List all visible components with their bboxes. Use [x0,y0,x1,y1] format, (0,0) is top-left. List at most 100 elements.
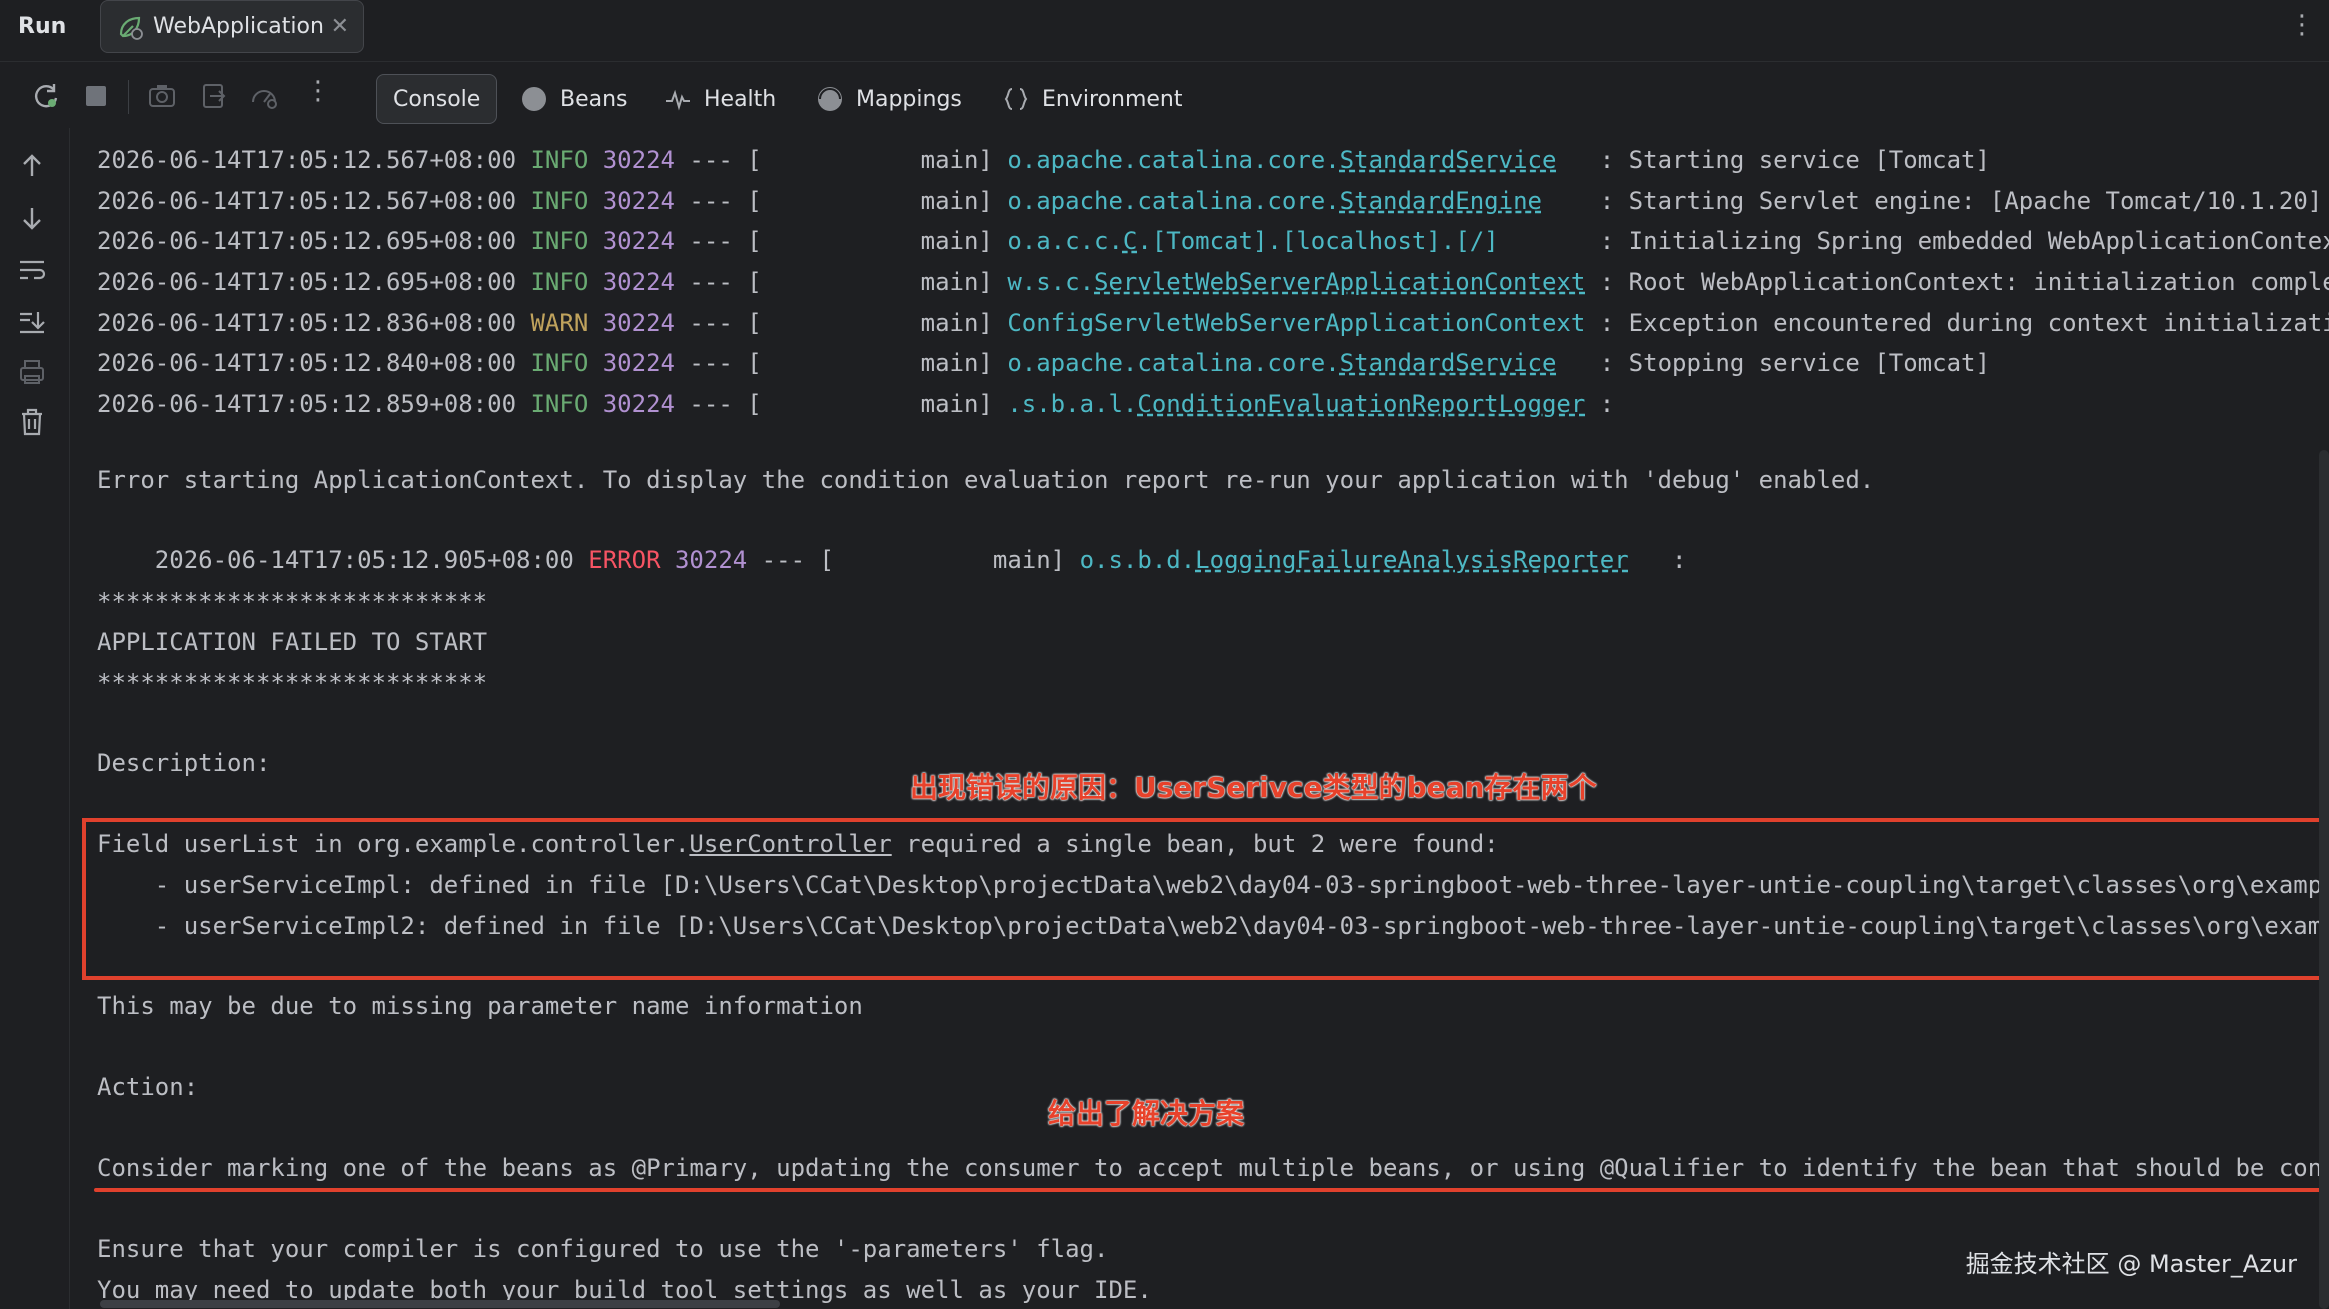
tab-mappings[interactable]: Mappings [816,74,962,124]
log-pad [1585,309,1599,337]
log-line: 2026-06-14T17:05:12.840+08:00 INFO 30224… [97,343,1990,383]
log-logger-link[interactable]: StandardService [1340,146,1557,174]
log-thread: main] [761,309,1008,337]
log-level: WARN [530,309,589,337]
log-logger-link[interactable]: ConditionEvaluationReportLogger [1137,390,1585,418]
log-timestamp: 2026-06-14T17:05:12.836+08:00 [97,309,517,337]
arrow-down-icon[interactable] [16,202,48,234]
cause-annotation: 出现错误的原因：UserSerivce类型的bean存在两个 [910,771,1597,804]
camera-icon[interactable] [146,80,178,112]
log-timestamp: 2026-06-14T17:05:12.695+08:00 [97,268,517,296]
exit-icon[interactable] [198,80,230,112]
log-logger-prefix: o.apache.catalina.core. [1007,349,1340,377]
log-pid: 30224 [602,227,675,255]
log-timestamp: 2026-06-14T17:05:12.859+08:00 [97,390,517,418]
tab-console[interactable]: Console [376,74,498,124]
print-icon[interactable] [16,356,48,388]
stop-icon[interactable] [80,80,112,112]
log-thread: main] [761,349,1008,377]
tab-health-label: Health [704,86,777,112]
log-pad [1542,187,1600,215]
watermark: 掘金技术社区 @ Master_Azur [1965,1250,2297,1278]
more-options-icon[interactable]: ⋮ [2289,12,2315,38]
arrow-up-icon[interactable] [16,150,48,182]
log-timestamp: 2026-06-14T17:05:12.567+08:00 [97,187,517,215]
solution-underline [94,1188,2329,1192]
log-logger-link[interactable]: ServletWebServerApplicationContext [1094,268,1585,296]
log-logger-prefix: o.s.b.d. [1079,546,1196,574]
log-thread: main] [761,227,1008,255]
log-pad [1556,349,1599,377]
log-thread: main] [761,390,1008,418]
log-pad [1585,390,1599,418]
log-level: INFO [530,146,589,174]
more-actions-icon[interactable]: ⋮ [302,76,334,108]
log-message: : Root WebApplicationContext: initializa… [1599,268,2329,296]
log-message: : [1599,390,1615,418]
stars-line: *************************** [97,669,488,697]
tab-environment-label: Environment [1042,86,1183,112]
log-level: INFO [530,187,589,215]
tab-environment[interactable]: Environment [1002,74,1182,124]
stars-line: *************************** [97,588,488,616]
log-thread: main] [833,546,1080,574]
log-thread: main] [761,146,1008,174]
log-logger-prefix: ConfigServletWebServerApplicationContext [1007,309,1586,337]
run-configuration-tab[interactable]: WebApplication ✕ [100,0,364,53]
log-logger-prefix: .s.b.a.l. [1007,390,1138,418]
log-pid: 30224 [602,309,675,337]
tab-health[interactable]: Health [664,74,776,124]
log-separator: --- [ [674,146,762,174]
log-logger-prefix: o.apache.catalina.core. [1007,187,1340,215]
log-level: INFO [530,349,589,377]
log-separator: --- [ [674,349,762,377]
tab-console-label: Console [393,86,481,112]
error-highlight-box [82,818,2329,980]
close-icon[interactable]: ✕ [331,14,349,39]
log-message: : [1672,546,1687,574]
tab-beans[interactable]: Beans [520,74,628,124]
run-tab-label: WebApplication [153,14,324,39]
soft-wrap-icon[interactable] [16,254,48,286]
log-separator: --- [ [674,268,762,296]
consider-line: Consider marking one of the beans as @Pr… [97,1154,2329,1182]
horizontal-scrollbar[interactable] [100,1300,780,1308]
failed-title: APPLICATION FAILED TO START [97,628,488,656]
log-message: : Starting service [Tomcat] [1599,146,1990,174]
log-logger-link[interactable]: StandardEngine [1340,187,1542,215]
log-pad [1499,227,1600,255]
log-pid: 30224 [602,268,675,296]
log-message: : Stopping service [Tomcat] [1599,349,1990,377]
log-line: 2026-06-14T17:05:12.695+08:00 INFO 30224… [97,221,2329,261]
log-logger-link[interactable]: StandardService [1340,349,1557,377]
trash-icon[interactable] [16,406,48,438]
error-context-line: Error starting ApplicationContext. To di… [97,466,1875,494]
environment-icon [1004,88,1028,110]
log-level: ERROR [588,546,661,574]
log-logger-prefix: w.s.c. [1007,268,1095,296]
tab-beans-label: Beans [560,86,628,112]
log-line: 2026-06-14T17:05:12.567+08:00 INFO 30224… [97,181,2322,221]
log-logger-link[interactable]: LoggingFailureAnalysisReporter [1195,546,1628,574]
log-line: 2026-06-14T17:05:12.859+08:00 INFO 30224… [97,384,1614,424]
log-logger-prefix: o.a.c.c. [1007,227,1123,255]
mappings-icon [818,87,842,111]
log-separator: --- [ [674,309,762,337]
log-logger-link[interactable]: C [1123,227,1137,255]
tab-mappings-label: Mappings [856,86,962,112]
scroll-to-end-icon[interactable] [16,306,48,338]
log-separator: --- [ [674,390,762,418]
solution-annotation: 给出了解决方案 [1048,1097,1245,1130]
log-line-error: 2026-06-14T17:05:12.905+08:00 ERROR 3022… [97,500,1687,574]
log-message: : Starting Servlet engine: [Apache Tomca… [1599,187,2323,215]
log-line: 2026-06-14T17:05:12.695+08:00 INFO 30224… [97,262,2329,302]
log-logger-prefix: o.apache.catalina.core. [1007,146,1340,174]
param-info-line: This may be due to missing parameter nam… [97,992,863,1020]
rerun-icon[interactable] [30,80,62,112]
log-pid: 30224 [602,349,675,377]
log-separator: --- [ [674,187,762,215]
vertical-scrollbar[interactable] [2319,450,2329,1309]
profiler-icon[interactable] [248,80,280,112]
log-level: INFO [530,390,589,418]
run-tool-window-header: Run WebApplication ✕ ⋮ [0,0,2329,62]
